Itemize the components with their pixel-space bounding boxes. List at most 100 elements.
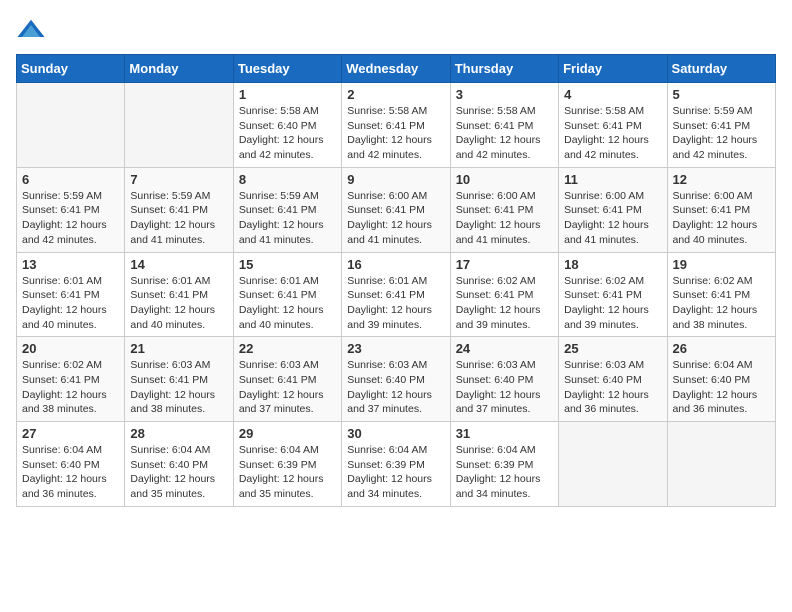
calendar-day-cell: 10Sunrise: 6:00 AM Sunset: 6:41 PM Dayli… — [450, 167, 558, 252]
calendar-day-cell: 13 Sunrise: 6:01 AM Sunset: 6:41 PM Dayli… — [17, 252, 125, 337]
calendar-day-cell: 25 Sunrise: 6:03 AM Sunset: 6:40 PM Dayli… — [559, 337, 667, 422]
calendar-day-cell: 29Sunrise: 6:04 AM Sunset: 6:39 PM Dayli… — [233, 422, 341, 507]
calendar-day-cell: 17 Sunrise: 6:02 AM Sunset: 6:41 PM Dayli… — [450, 252, 558, 337]
day-number: 27 — [22, 426, 120, 441]
calendar-day-cell: 2 Sunrise: 5:58 AM Sunset: 6:41 PM Daylig… — [342, 83, 450, 168]
day-number: 24 — [456, 341, 554, 356]
day-info: Sunrise: 6:01 AM Sunset: 6:41 PM Dayligh… — [239, 274, 337, 333]
calendar-week-row: 20 Sunrise: 6:02 AM Sunset: 6:41 PM Dayli… — [17, 337, 776, 422]
day-number: 13 — [22, 257, 120, 272]
day-number: 22 — [239, 341, 337, 356]
day-info: Sunrise: 6:04 AM Sunset: 6:40 PM Dayligh… — [130, 443, 228, 502]
day-number: 8 — [239, 172, 337, 187]
calendar-day-header: Friday — [559, 55, 667, 83]
calendar-table: SundayMondayTuesdayWednesdayThursdayFrid… — [16, 54, 776, 507]
day-number: 25 — [564, 341, 662, 356]
calendar-day-cell: 4 Sunrise: 5:58 AM Sunset: 6:41 PM Daylig… — [559, 83, 667, 168]
day-info: Sunrise: 5:59 AM Sunset: 6:41 PM Dayligh… — [673, 104, 771, 163]
calendar-day-cell: 21Sunrise: 6:03 AM Sunset: 6:41 PM Dayli… — [125, 337, 233, 422]
calendar-day-cell: 7 Sunrise: 5:59 AM Sunset: 6:41 PM Daylig… — [125, 167, 233, 252]
logo-icon — [16, 16, 46, 46]
calendar-day-cell: 23Sunrise: 6:03 AM Sunset: 6:40 PM Dayli… — [342, 337, 450, 422]
day-info: Sunrise: 6:01 AM Sunset: 6:41 PM Dayligh… — [130, 274, 228, 333]
day-number: 9 — [347, 172, 445, 187]
calendar-day-cell: 12Sunrise: 6:00 AM Sunset: 6:41 PM Dayli… — [667, 167, 775, 252]
day-number: 2 — [347, 87, 445, 102]
day-number: 21 — [130, 341, 228, 356]
day-number: 4 — [564, 87, 662, 102]
day-number: 30 — [347, 426, 445, 441]
calendar-week-row: 27 Sunrise: 6:04 AM Sunset: 6:40 PM Dayli… — [17, 422, 776, 507]
calendar-day-cell: 3 Sunrise: 5:58 AM Sunset: 6:41 PM Daylig… — [450, 83, 558, 168]
calendar-week-row: 6 Sunrise: 5:59 AM Sunset: 6:41 PM Daylig… — [17, 167, 776, 252]
day-number: 10 — [456, 172, 554, 187]
day-number: 28 — [130, 426, 228, 441]
day-number: 6 — [22, 172, 120, 187]
day-number: 11 — [564, 172, 662, 187]
calendar-day-cell — [17, 83, 125, 168]
day-info: Sunrise: 5:59 AM Sunset: 6:41 PM Dayligh… — [130, 189, 228, 248]
calendar-day-cell — [559, 422, 667, 507]
day-number: 3 — [456, 87, 554, 102]
calendar-day-header: Wednesday — [342, 55, 450, 83]
day-info: Sunrise: 5:58 AM Sunset: 6:41 PM Dayligh… — [456, 104, 554, 163]
day-number: 20 — [22, 341, 120, 356]
calendar-day-cell: 26 Sunrise: 6:04 AM Sunset: 6:40 PM Dayli… — [667, 337, 775, 422]
day-info: Sunrise: 5:58 AM Sunset: 6:40 PM Dayligh… — [239, 104, 337, 163]
day-number: 12 — [673, 172, 771, 187]
calendar-day-cell: 16 Sunrise: 6:01 AM Sunset: 6:41 PM Dayli… — [342, 252, 450, 337]
calendar-week-row: 13 Sunrise: 6:01 AM Sunset: 6:41 PM Dayli… — [17, 252, 776, 337]
logo — [16, 16, 50, 46]
day-info: Sunrise: 5:58 AM Sunset: 6:41 PM Dayligh… — [347, 104, 445, 163]
calendar-day-cell: 30 Sunrise: 6:04 AM Sunset: 6:39 PM Dayli… — [342, 422, 450, 507]
day-info: Sunrise: 6:04 AM Sunset: 6:39 PM Dayligh… — [456, 443, 554, 502]
calendar-day-cell: 22 Sunrise: 6:03 AM Sunset: 6:41 PM Dayli… — [233, 337, 341, 422]
day-info: Sunrise: 6:04 AM Sunset: 6:40 PM Dayligh… — [22, 443, 120, 502]
day-number: 26 — [673, 341, 771, 356]
day-info: Sunrise: 6:01 AM Sunset: 6:41 PM Dayligh… — [347, 274, 445, 333]
calendar-header-row: SundayMondayTuesdayWednesdayThursdayFrid… — [17, 55, 776, 83]
day-info: Sunrise: 6:03 AM Sunset: 6:40 PM Dayligh… — [564, 358, 662, 417]
calendar-day-header: Saturday — [667, 55, 775, 83]
day-number: 19 — [673, 257, 771, 272]
day-info: Sunrise: 6:01 AM Sunset: 6:41 PM Dayligh… — [22, 274, 120, 333]
day-number: 23 — [347, 341, 445, 356]
calendar-day-cell: 31 Sunrise: 6:04 AM Sunset: 6:39 PM Dayli… — [450, 422, 558, 507]
day-info: Sunrise: 6:02 AM Sunset: 6:41 PM Dayligh… — [564, 274, 662, 333]
calendar-week-row: 1Sunrise: 5:58 AM Sunset: 6:40 PM Daylig… — [17, 83, 776, 168]
day-info: Sunrise: 6:04 AM Sunset: 6:40 PM Dayligh… — [673, 358, 771, 417]
day-info: Sunrise: 6:00 AM Sunset: 6:41 PM Dayligh… — [347, 189, 445, 248]
calendar-day-cell: 9 Sunrise: 6:00 AM Sunset: 6:41 PM Daylig… — [342, 167, 450, 252]
day-info: Sunrise: 5:58 AM Sunset: 6:41 PM Dayligh… — [564, 104, 662, 163]
day-info: Sunrise: 5:59 AM Sunset: 6:41 PM Dayligh… — [239, 189, 337, 248]
day-info: Sunrise: 6:04 AM Sunset: 6:39 PM Dayligh… — [347, 443, 445, 502]
day-info: Sunrise: 6:03 AM Sunset: 6:41 PM Dayligh… — [239, 358, 337, 417]
calendar-day-cell: 6 Sunrise: 5:59 AM Sunset: 6:41 PM Daylig… — [17, 167, 125, 252]
calendar-day-cell: 5 Sunrise: 5:59 AM Sunset: 6:41 PM Daylig… — [667, 83, 775, 168]
calendar-day-cell: 18 Sunrise: 6:02 AM Sunset: 6:41 PM Dayli… — [559, 252, 667, 337]
day-number: 17 — [456, 257, 554, 272]
day-info: Sunrise: 6:03 AM Sunset: 6:40 PM Dayligh… — [456, 358, 554, 417]
day-number: 18 — [564, 257, 662, 272]
calendar-day-header: Thursday — [450, 55, 558, 83]
day-number: 15 — [239, 257, 337, 272]
day-number: 31 — [456, 426, 554, 441]
calendar-day-header: Monday — [125, 55, 233, 83]
day-info: Sunrise: 6:02 AM Sunset: 6:41 PM Dayligh… — [22, 358, 120, 417]
day-info: Sunrise: 5:59 AM Sunset: 6:41 PM Dayligh… — [22, 189, 120, 248]
day-number: 5 — [673, 87, 771, 102]
calendar-day-cell — [125, 83, 233, 168]
calendar-day-cell: 15 Sunrise: 6:01 AM Sunset: 6:41 PM Dayli… — [233, 252, 341, 337]
day-info: Sunrise: 6:00 AM Sunset: 6:41 PM Dayligh… — [564, 189, 662, 248]
day-info: Sunrise: 6:02 AM Sunset: 6:41 PM Dayligh… — [456, 274, 554, 333]
day-number: 14 — [130, 257, 228, 272]
calendar-day-cell: 14 Sunrise: 6:01 AM Sunset: 6:41 PM Dayli… — [125, 252, 233, 337]
calendar-day-cell: 11 Sunrise: 6:00 AM Sunset: 6:41 PM Dayli… — [559, 167, 667, 252]
day-info: Sunrise: 6:02 AM Sunset: 6:41 PM Dayligh… — [673, 274, 771, 333]
calendar-day-cell: 1Sunrise: 5:58 AM Sunset: 6:40 PM Daylig… — [233, 83, 341, 168]
day-number: 7 — [130, 172, 228, 187]
calendar-day-cell: 28 Sunrise: 6:04 AM Sunset: 6:40 PM Dayli… — [125, 422, 233, 507]
calendar-day-cell — [667, 422, 775, 507]
day-number: 16 — [347, 257, 445, 272]
calendar-day-cell: 27 Sunrise: 6:04 AM Sunset: 6:40 PM Dayli… — [17, 422, 125, 507]
